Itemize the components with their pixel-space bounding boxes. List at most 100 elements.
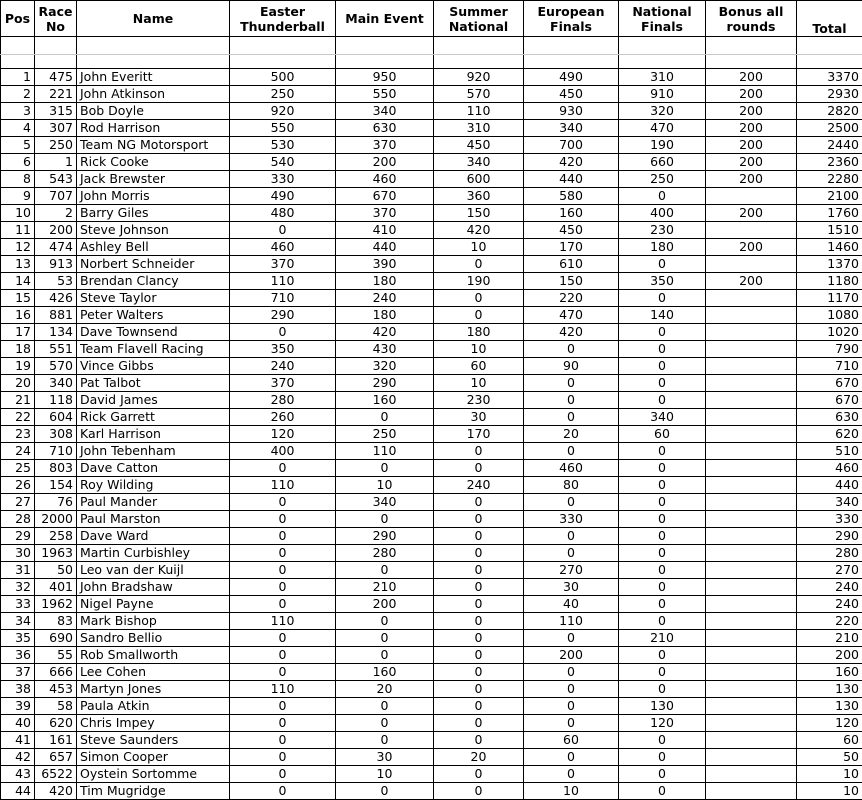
total-cell: 710 bbox=[796, 357, 862, 375]
pos-cell: 1 bbox=[0, 68, 35, 86]
bonus-cell: 200 bbox=[705, 136, 797, 154]
pos-cell: 9 bbox=[0, 187, 35, 205]
national-finals-cell: 310 bbox=[618, 68, 706, 86]
main-event-cell: 110 bbox=[335, 442, 434, 460]
european-finals-cell: 0 bbox=[523, 714, 619, 732]
main-event-cell: 180 bbox=[335, 272, 434, 290]
total-cell: 340 bbox=[796, 493, 862, 511]
easter-thunderball-cell: 350 bbox=[229, 340, 336, 358]
table-row: 35 690 Sandro Bellio 0 0 0 0 210 210 bbox=[0, 629, 862, 647]
total-cell: 1180 bbox=[796, 272, 862, 290]
national-finals-cell: 660 bbox=[618, 153, 706, 171]
bonus-cell bbox=[705, 510, 797, 528]
table-row: 27 76 Paul Mander 0 340 0 0 0 340 bbox=[0, 493, 862, 511]
total-cell: 2500 bbox=[796, 119, 862, 137]
table-row: 32 401 John Bradshaw 0 210 0 30 0 240 bbox=[0, 578, 862, 596]
table-row: 3 315 Bob Doyle 920 340 110 930 320 200 2820 bbox=[0, 102, 862, 120]
main-event-cell: 160 bbox=[335, 391, 434, 409]
name-cell: Roy Wilding bbox=[76, 476, 230, 494]
race-no-cell: 58 bbox=[34, 697, 77, 715]
pos-cell: 42 bbox=[0, 748, 35, 766]
european-finals-cell: 450 bbox=[523, 221, 619, 239]
bonus-cell bbox=[705, 765, 797, 783]
easter-thunderball-cell: 540 bbox=[229, 153, 336, 171]
easter-thunderball-cell: 120 bbox=[229, 425, 336, 443]
easter-thunderball-cell: 0 bbox=[229, 578, 336, 596]
pos-cell: 26 bbox=[0, 476, 35, 494]
name-cell: Simon Cooper bbox=[76, 748, 230, 766]
table-row: 13 913 Norbert Schneider 370 390 0 610 0 1370 bbox=[0, 255, 862, 273]
easter-thunderball-cell: 400 bbox=[229, 442, 336, 460]
race-no-cell: 221 bbox=[34, 85, 77, 103]
name-cell: Mark Bishop bbox=[76, 612, 230, 630]
total-cell: 240 bbox=[796, 578, 862, 596]
summer-national-cell: 310 bbox=[433, 119, 524, 137]
summer-national-cell: 230 bbox=[433, 391, 524, 409]
european-finals-cell: 10 bbox=[523, 782, 619, 800]
national-finals-cell: 0 bbox=[618, 289, 706, 307]
name-cell: Vince Gibbs bbox=[76, 357, 230, 375]
european-finals-cell: 420 bbox=[523, 323, 619, 341]
bonus-cell bbox=[705, 425, 797, 443]
pos-cell: 24 bbox=[0, 442, 35, 460]
table-row: 44 420 Tim Mugridge 0 0 0 10 0 10 bbox=[0, 782, 862, 800]
summer-national-cell: 420 bbox=[433, 221, 524, 239]
name-cell: Dave Ward bbox=[76, 527, 230, 545]
bonus-cell bbox=[705, 646, 797, 664]
national-finals-cell: 0 bbox=[618, 187, 706, 205]
total-cell: 130 bbox=[796, 697, 862, 715]
european-finals-cell: 270 bbox=[523, 561, 619, 579]
european-finals-cell: 0 bbox=[523, 697, 619, 715]
national-finals-cell: 130 bbox=[618, 697, 706, 715]
main-event-cell: 340 bbox=[335, 493, 434, 511]
total-cell: 790 bbox=[796, 340, 862, 358]
european-finals-cell: 60 bbox=[523, 731, 619, 749]
main-event-cell: 250 bbox=[335, 425, 434, 443]
name-cell: John Tebenham bbox=[76, 442, 230, 460]
main-event-cell: 10 bbox=[335, 476, 434, 494]
table-row: 5 250 Team NG Motorsport 530 370 450 700 190 200… bbox=[0, 136, 862, 154]
name-cell: Paul Mander bbox=[76, 493, 230, 511]
name-cell: John Atkinson bbox=[76, 85, 230, 103]
main-event-cell: 180 bbox=[335, 306, 434, 324]
header-total: Total bbox=[796, 0, 862, 37]
standings-table: Pos Race No Name Easter Thunderball Main E… bbox=[0, 0, 862, 800]
european-finals-cell: 170 bbox=[523, 238, 619, 256]
table-row: 6 1 Rick Cooke 540 200 340 420 660 200 2360 bbox=[0, 153, 862, 171]
race-no-cell: 76 bbox=[34, 493, 77, 511]
header-bonus-all-rounds: Bonus all rounds bbox=[705, 0, 797, 37]
summer-national-cell: 10 bbox=[433, 374, 524, 392]
main-event-cell: 550 bbox=[335, 85, 434, 103]
easter-thunderball-cell: 110 bbox=[229, 680, 336, 698]
pos-cell: 30 bbox=[0, 544, 35, 562]
race-no-cell: 200 bbox=[34, 221, 77, 239]
table-row: 40 620 Chris Impey 0 0 0 0 120 120 bbox=[0, 714, 862, 732]
table-row: 1 475 John Everitt 500 950 920 490 310 200 3370 bbox=[0, 68, 862, 86]
summer-national-cell: 170 bbox=[433, 425, 524, 443]
bonus-cell bbox=[705, 255, 797, 273]
main-event-cell: 630 bbox=[335, 119, 434, 137]
race-no-cell: 690 bbox=[34, 629, 77, 647]
main-event-cell: 0 bbox=[335, 646, 434, 664]
summer-national-cell: 190 bbox=[433, 272, 524, 290]
summer-national-cell: 0 bbox=[433, 527, 524, 545]
summer-national-cell: 10 bbox=[433, 340, 524, 358]
main-event-cell: 0 bbox=[335, 731, 434, 749]
european-finals-cell: 30 bbox=[523, 578, 619, 596]
national-finals-cell: 0 bbox=[618, 323, 706, 341]
table-row: 23 308 Karl Harrison 120 250 170 20 60 620 bbox=[0, 425, 862, 443]
european-finals-cell: 460 bbox=[523, 459, 619, 477]
summer-national-cell: 0 bbox=[433, 561, 524, 579]
name-cell: Lee Cohen bbox=[76, 663, 230, 681]
race-no-cell: 1 bbox=[34, 153, 77, 171]
pos-cell: 10 bbox=[0, 204, 35, 222]
main-event-cell: 240 bbox=[335, 289, 434, 307]
national-finals-cell: 0 bbox=[618, 646, 706, 664]
pos-cell: 25 bbox=[0, 459, 35, 477]
table-row: 2 221 John Atkinson 250 550 570 450 910 200 2930 bbox=[0, 85, 862, 103]
easter-thunderball-cell: 0 bbox=[229, 561, 336, 579]
national-finals-cell: 0 bbox=[618, 544, 706, 562]
name-cell: Brendan Clancy bbox=[76, 272, 230, 290]
main-event-cell: 950 bbox=[335, 68, 434, 86]
easter-thunderball-cell: 0 bbox=[229, 748, 336, 766]
